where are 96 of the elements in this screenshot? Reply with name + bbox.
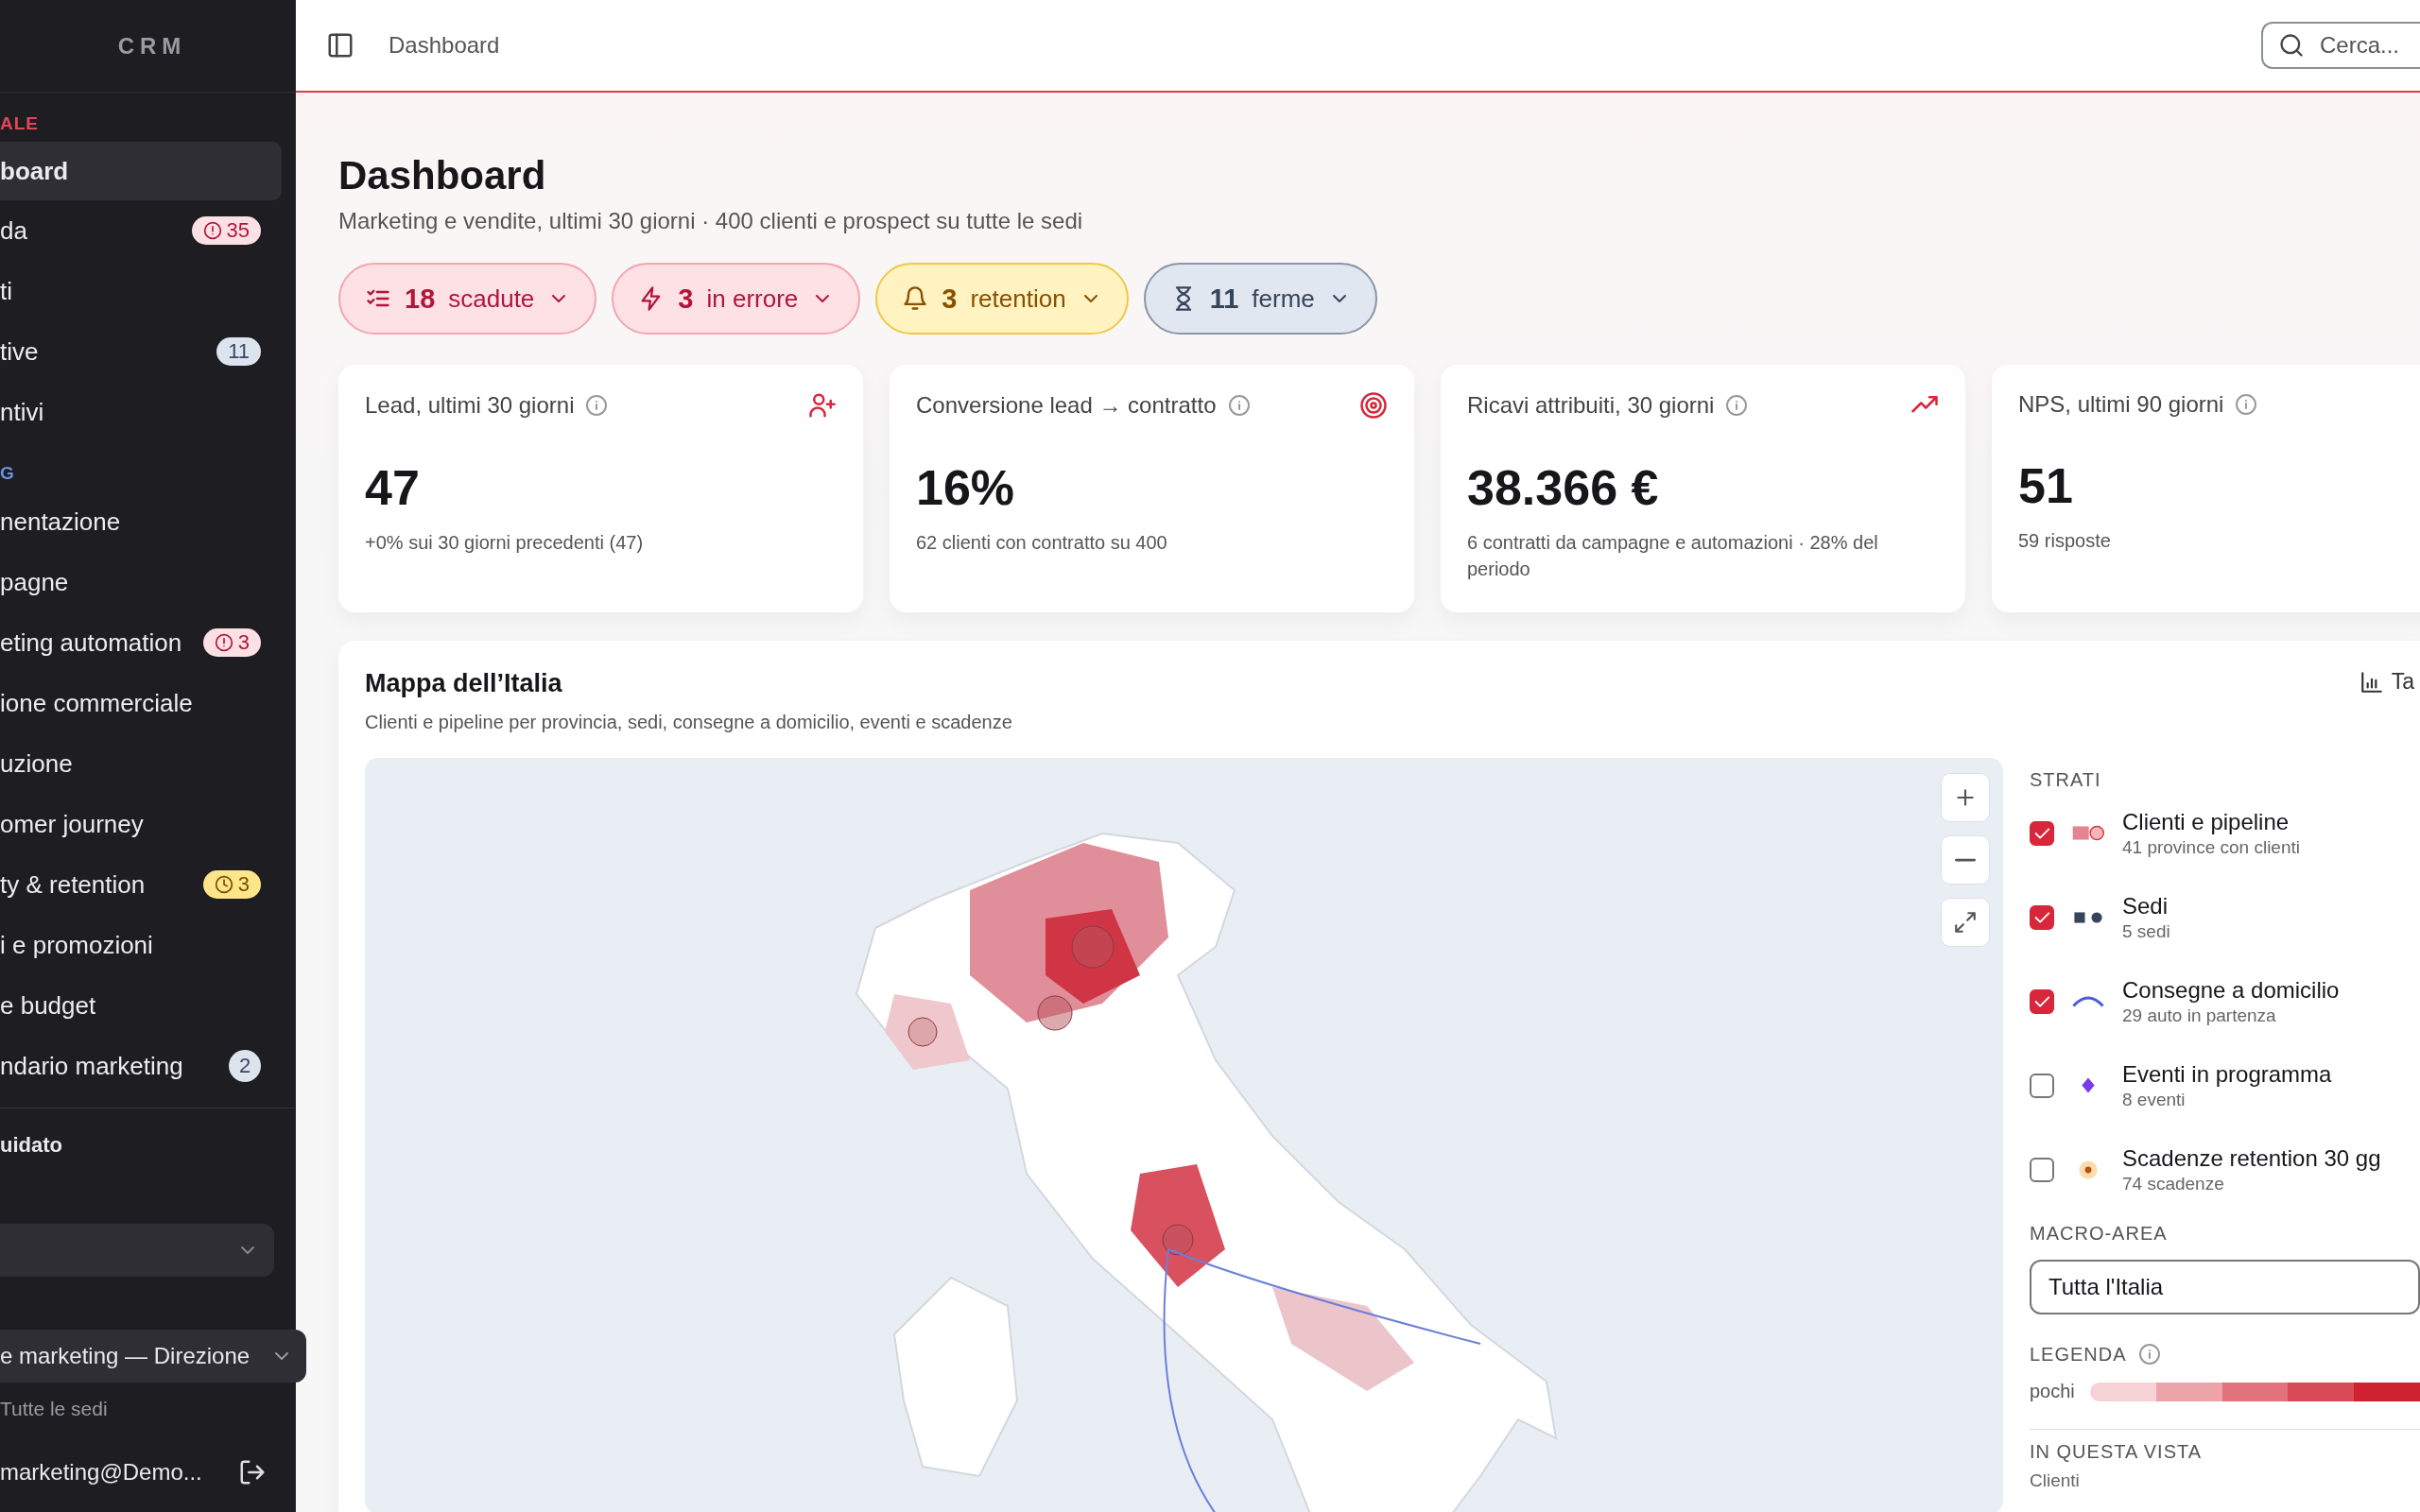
- section-label: ALE: [0, 113, 40, 134]
- nav-item[interactable]: eting automation 3: [0, 612, 282, 673]
- nav-item[interactable]: ty & retention 3: [0, 854, 282, 915]
- expand-icon: [1953, 910, 1978, 935]
- nav-item[interactable]: pagne: [0, 552, 282, 612]
- count-badge: 3: [202, 628, 261, 657]
- nav-item[interactable]: ntivi: [0, 382, 282, 442]
- card-title: NPS, ultimi 90 giorni: [2018, 391, 2224, 418]
- table-view-button[interactable]: Ta: [2359, 669, 2414, 695]
- metric-value: 51: [2018, 457, 2074, 514]
- guide-link[interactable]: uidato: [0, 1133, 295, 1158]
- nav-item[interactable]: omer journey: [0, 794, 282, 854]
- info-icon: [585, 394, 609, 417]
- metric-note: 59 risposte: [2018, 529, 2112, 553]
- metric-value: 16%: [916, 459, 1016, 516]
- section-label: IN QUESTA VISTA: [2030, 1441, 2204, 1463]
- layer-symbol-icon: [2072, 995, 2104, 1007]
- bar-chart-icon: [2359, 669, 2384, 695]
- filter-chip[interactable]: 18 scadute: [338, 263, 597, 335]
- layer-detail: 74 scadenze: [2122, 1173, 2225, 1194]
- bell-icon: [902, 285, 929, 312]
- app-logo: CRM: [0, 0, 295, 93]
- layer-symbol-icon: [2078, 1159, 2099, 1180]
- count-badge: 2: [229, 1050, 261, 1082]
- checkbox[interactable]: [2030, 904, 2054, 930]
- count-badge: 35: [191, 216, 261, 245]
- layer-symbol-icon: [2071, 825, 2105, 841]
- info-icon: [2137, 1343, 2161, 1366]
- card-title: Conversione lead → contratto: [916, 392, 1217, 419]
- alert-icon: [202, 221, 222, 240]
- nav-item[interactable]: i e promozioni: [0, 915, 282, 975]
- metric-note: 6 contratti da campagne e automazioni · 28% del periodo: [1467, 531, 1879, 581]
- page-title: Dashboard: [338, 153, 547, 198]
- nav-item[interactable]: da 35: [0, 200, 282, 261]
- nav-item[interactable]: tive 11: [0, 321, 282, 382]
- nav-item[interactable]: uzione: [0, 733, 282, 794]
- layer-detail: 5 sedi: [2122, 920, 2170, 942]
- legend-low-label: pochi: [2030, 1381, 2075, 1402]
- layer-symbol-icon: [2081, 1076, 2096, 1094]
- filter-chip[interactable]: 11 ferme: [1143, 263, 1377, 335]
- section-label: MACRO-AREA: [2030, 1223, 2169, 1245]
- search-icon: [2278, 32, 2305, 59]
- metric-note: +0% sui 30 giorni precedenti (47): [365, 531, 645, 555]
- user-plus-icon: [808, 391, 837, 420]
- section-label: STRATI: [2030, 769, 2102, 791]
- info-icon: [1725, 394, 1749, 417]
- layer-name: Scadenze retention 30 gg: [2122, 1144, 2381, 1172]
- layer-detail: 8 eventi: [2122, 1089, 2187, 1110]
- filter-chip[interactable]: 3 retention: [875, 263, 1129, 335]
- stat-label: Clienti: [2030, 1470, 2081, 1491]
- expand-button[interactable]: [1941, 898, 1990, 947]
- target-icon: [1359, 391, 1388, 420]
- nav-item[interactable]: e budget: [0, 975, 282, 1036]
- metric-value: 38.366 €: [1467, 459, 1660, 516]
- role-selector[interactable]: e marketing — Direzione: [0, 1330, 306, 1383]
- page-subtitle: Marketing e vendite, ultimi 30 giorni · 400 clienti e prospect su tutte le sedi: [338, 208, 1084, 234]
- info-icon: [2235, 393, 2258, 416]
- zoom-in-button[interactable]: [1941, 773, 1990, 822]
- nav-item[interactable]: ti: [0, 261, 282, 321]
- metric-note: 62 clienti con contratto su 400: [916, 531, 1168, 555]
- logout-icon: [238, 1458, 267, 1486]
- filter-chip[interactable]: 3 in errore: [612, 263, 861, 335]
- user-email: marketing@Demo...: [0, 1459, 202, 1486]
- checkbox[interactable]: [2030, 820, 2054, 846]
- layer-name: Consegne a domicilio: [2122, 976, 2340, 1004]
- area-select[interactable]: Tutta l'Italia: [2030, 1260, 2420, 1314]
- zoom-out-icon: [1955, 857, 1976, 863]
- metric-value: 47: [365, 459, 421, 516]
- nav-item[interactable]: ndario marketing 2: [0, 1036, 282, 1096]
- count-badge: 11: [216, 337, 261, 366]
- clock-icon: [214, 875, 233, 894]
- layer-symbol-icon: [2073, 910, 2103, 924]
- info-icon: [1227, 394, 1251, 417]
- sidebar-toggle-icon[interactable]: [326, 31, 354, 60]
- layer-detail: 29 auto in partenza: [2122, 1005, 2277, 1026]
- section-label: G: [0, 463, 16, 484]
- layer-name: Clienti e pipeline: [2122, 808, 2290, 835]
- nav-item[interactable]: board: [0, 142, 282, 200]
- section-label: LEGENDA: [2030, 1343, 2127, 1366]
- checkbox[interactable]: [2030, 1157, 2054, 1182]
- nav-item[interactable]: ione commerciale: [0, 673, 282, 733]
- layer-name: Sedi: [2122, 892, 2169, 919]
- layer-detail: 41 province con clienti: [2122, 836, 2300, 858]
- checkbox[interactable]: [2030, 988, 2054, 1014]
- count-badge: 3: [202, 870, 261, 899]
- alert-icon: [214, 633, 233, 652]
- breadcrumb[interactable]: Dashboard: [389, 32, 500, 59]
- card-title: Lead, ultimi 30 giorni: [365, 392, 575, 419]
- checkbox[interactable]: [2030, 1073, 2054, 1098]
- scope-label: Tutte le sedi: [0, 1398, 109, 1420]
- search-field[interactable]: Cerca...: [2261, 22, 2420, 69]
- map-subtitle: Clienti e pipeline per provincia, sedi, consegne a domicilio, eventi e scadenze: [365, 712, 1012, 733]
- layer-name: Eventi in programma: [2122, 1060, 2332, 1088]
- map-title: Mappa dell’Italia: [365, 669, 563, 698]
- nav-item[interactable]: nentazione: [0, 491, 282, 552]
- card-title: Ricavi attribuiti, 30 giorni: [1467, 392, 1715, 419]
